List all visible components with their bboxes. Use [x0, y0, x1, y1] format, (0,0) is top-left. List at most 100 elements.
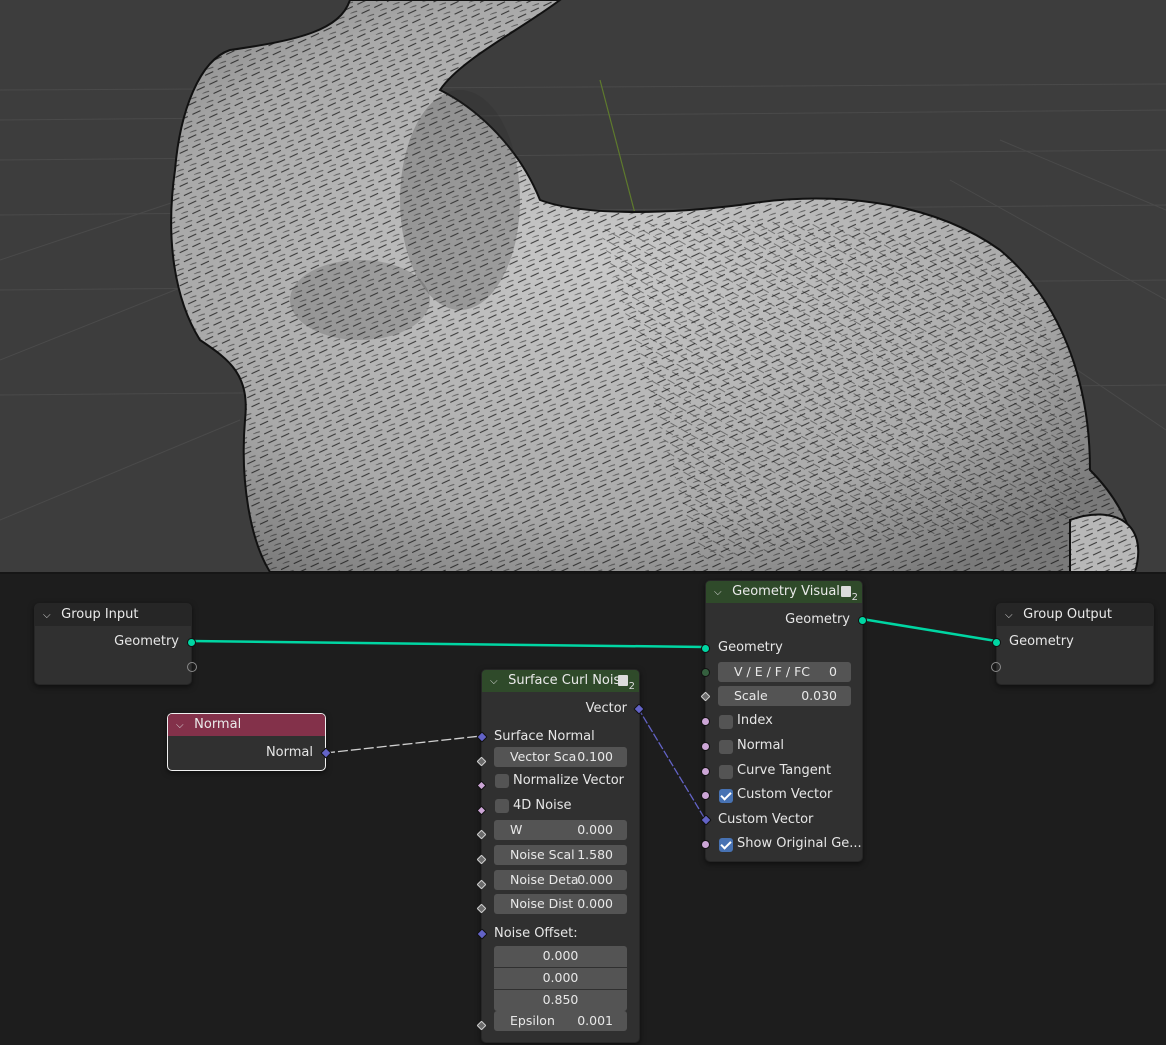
chevron-down-icon[interactable]: ⌵ [176, 715, 190, 736]
w-socket[interactable] [476, 829, 487, 840]
epsilon-value: 0.001 [577, 1013, 613, 1028]
bunny-mesh [170, 0, 1140, 572]
normal-output-label: Normal [265, 745, 313, 760]
noise-offset-label: Noise Offset: [494, 926, 578, 941]
chevron-down-icon[interactable]: ⌵ [1005, 605, 1019, 626]
curl-noise-title: Surface Curl Noise [508, 673, 629, 688]
noise-detail-field[interactable]: Noise Deta 0.000 [494, 870, 627, 890]
custom-vector-checkbox[interactable] [719, 789, 733, 803]
group-input-node[interactable]: ⌵ Group Input Geometry [34, 603, 197, 685]
group-input-title: Group Input [61, 607, 139, 622]
normalize-vector-label: Normalize Vector [513, 773, 625, 788]
show-original-label: Show Original Ge... [737, 836, 862, 851]
geo-visual-input-socket[interactable] [701, 644, 710, 653]
geometry-output-socket[interactable] [187, 638, 196, 647]
noise-scale-label: Noise Scal [510, 847, 575, 862]
vector-output-socket[interactable] [633, 703, 645, 715]
normalize-vector-checkbox[interactable] [495, 774, 509, 788]
epsilon-label: Epsilon [510, 1013, 555, 1028]
geo-visual-header[interactable]: ⌵ Geometry Visual.. 2 [706, 581, 862, 603]
node-editor[interactable]: ⌵ Group Input Geometry ⌵ Normal Normal ⌵… [0, 574, 1166, 1045]
node-group-icon[interactable]: 2 [840, 583, 858, 603]
link-normal [324, 735, 482, 754]
geo-visual-output-socket[interactable] [858, 616, 867, 625]
vector-scale-socket[interactable] [476, 756, 487, 767]
noise-offset-x-field[interactable]: 0.000 [494, 946, 627, 967]
group-input-geometry-label: Geometry [114, 634, 179, 649]
geo-visual-badge-count: 2 [851, 592, 858, 603]
w-value: 0.000 [577, 822, 613, 837]
index-label: Index [737, 713, 773, 728]
chevron-down-icon[interactable]: ⌵ [714, 582, 728, 603]
group-output-empty-socket[interactable] [991, 662, 1001, 672]
noise-detail-socket[interactable] [476, 879, 487, 890]
surface-normal-input-socket[interactable] [476, 731, 488, 743]
node-group-icon[interactable]: 2 [617, 672, 635, 692]
noise-distortion-value: 0.000 [577, 896, 613, 911]
curve-tangent-label: Curve Tangent [737, 763, 832, 778]
group-output-geometry-socket[interactable] [992, 638, 1001, 647]
epsilon-field[interactable]: Epsilon 0.001 [494, 1011, 627, 1031]
normal-output-socket[interactable] [320, 747, 332, 759]
noise-offset-y-field[interactable]: 0.000 [494, 968, 627, 989]
4d-noise-socket[interactable] [476, 805, 487, 816]
normal-header[interactable]: ⌵ Normal [168, 714, 325, 736]
noise-distortion-socket[interactable] [476, 903, 487, 914]
noise-offset-z-field[interactable]: 0.850 [494, 990, 627, 1011]
mode-label: V / E / F / FC [734, 664, 811, 679]
noise-distortion-field[interactable]: Noise Dist 0.000 [494, 894, 627, 914]
scale-socket[interactable] [700, 691, 711, 702]
custom-vector-toggle-socket[interactable] [701, 791, 710, 800]
empty-output-socket[interactable] [187, 662, 197, 672]
3d-viewport[interactable] [0, 0, 1166, 572]
mode-socket[interactable] [701, 668, 710, 677]
w-field[interactable]: W 0.000 [494, 820, 627, 840]
vector-scale-value: 0.100 [577, 749, 613, 764]
curve-tangent-socket[interactable] [701, 767, 710, 776]
scale-field[interactable]: Scale 0.030 [718, 686, 851, 706]
normal-toggle-label: Normal [737, 738, 785, 753]
vector-scale-field[interactable]: Vector Sca 0.100 [494, 747, 627, 767]
custom-vector-toggle-label: Custom Vector [737, 787, 833, 802]
link-vector [637, 707, 706, 820]
surface-curl-noise-node[interactable]: ⌵ Surface Curl Noise 2 Vector Surface No… [476, 669, 645, 1043]
index-checkbox[interactable] [719, 715, 733, 729]
epsilon-socket[interactable] [476, 1020, 487, 1031]
noise-scale-socket[interactable] [476, 854, 487, 865]
noise-scale-field[interactable]: Noise Scal 1.580 [494, 845, 627, 865]
chevron-down-icon[interactable]: ⌵ [43, 605, 57, 626]
noise-detail-value: 0.000 [577, 872, 613, 887]
curve-tangent-checkbox[interactable] [719, 765, 733, 779]
geometry-visualizer-node[interactable]: ⌵ Geometry Visual.. 2 Geometry Geometry … [700, 580, 867, 862]
group-output-geometry-label: Geometry [1009, 634, 1074, 649]
noise-detail-label: Noise Deta [510, 872, 579, 887]
group-output-node[interactable]: ⌵ Group Output Geometry [991, 603, 1154, 685]
show-original-checkbox[interactable] [719, 838, 733, 852]
link-geometry-input [189, 639, 706, 649]
curl-noise-header[interactable]: ⌵ Surface Curl Noise 2 [482, 670, 639, 692]
normal-title: Normal [194, 717, 242, 732]
mode-value: 0 [829, 664, 837, 679]
group-output-header[interactable]: ⌵ Group Output [997, 604, 1153, 626]
noise-scale-value: 1.580 [577, 847, 613, 862]
curl-noise-vector-output-label: Vector [585, 701, 627, 716]
show-original-socket[interactable] [701, 840, 710, 849]
4d-noise-checkbox[interactable] [495, 799, 509, 813]
normal-node[interactable]: ⌵ Normal Normal [167, 713, 332, 771]
custom-vector-input-socket[interactable] [700, 814, 712, 826]
surface-normal-label: Surface Normal [494, 729, 595, 744]
link-geometry-output [861, 617, 997, 643]
mode-field[interactable]: V / E / F / FC 0 [718, 662, 851, 682]
group-input-header[interactable]: ⌵ Group Input [35, 604, 191, 626]
normal-toggle-socket[interactable] [701, 742, 710, 751]
noise-offset-socket[interactable] [476, 928, 488, 940]
viewport-scene [0, 0, 1166, 572]
y-axis-line [599, 79, 639, 226]
index-socket[interactable] [701, 717, 710, 726]
geo-visual-title: Geometry Visual.. [732, 584, 849, 599]
normal-checkbox[interactable] [719, 740, 733, 754]
geo-visual-input-label: Geometry [718, 640, 783, 655]
normalize-vector-socket[interactable] [476, 780, 487, 791]
chevron-down-icon[interactable]: ⌵ [490, 671, 504, 692]
4d-noise-label: 4D Noise [513, 798, 572, 813]
